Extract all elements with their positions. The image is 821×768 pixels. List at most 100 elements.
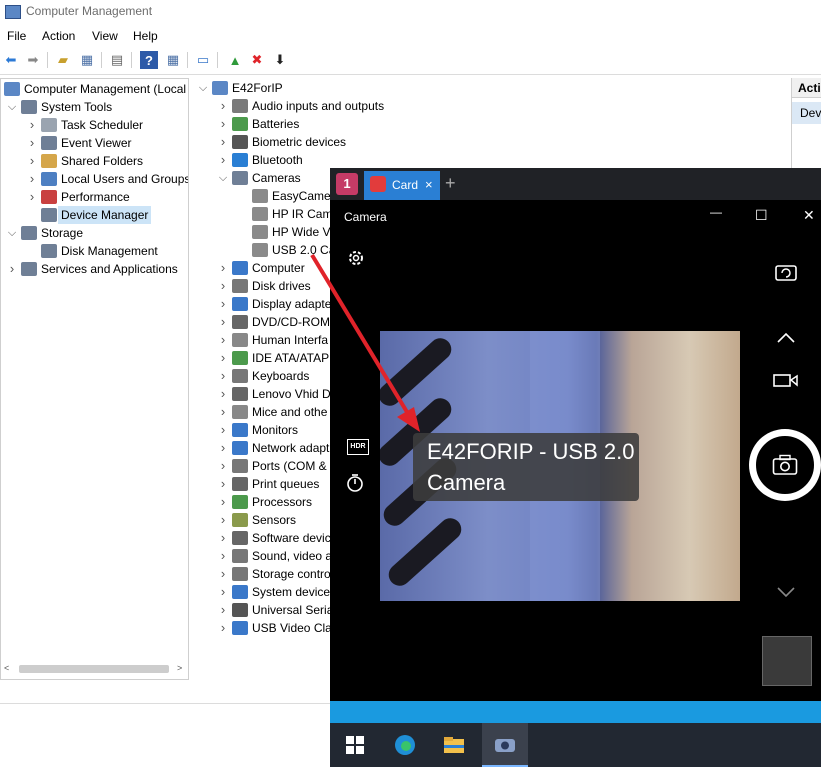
tree-item-event-viewer[interactable]: › Event Viewer [1,134,188,152]
menu-file[interactable]: File [7,29,26,43]
timer-icon[interactable] [345,472,367,494]
tab-close-icon[interactable]: × [425,177,433,192]
tree-item-label: Universal Seria [252,603,334,617]
tree-item-biometric-devices[interactable]: › Biometric devices [190,133,791,151]
tree-item-device-manager[interactable]: Device Manager [1,206,188,224]
collapse-chevron-icon[interactable]: › [218,133,228,151]
help-icon[interactable]: ? [140,51,158,69]
collapse-chevron-icon[interactable]: › [7,260,17,278]
expand-chevron-icon[interactable]: ⌵ [7,224,17,242]
collapse-chevron-icon[interactable]: › [218,619,228,637]
tree-item-performance[interactable]: › Performance [1,188,188,206]
collapse-chevron-icon[interactable]: › [218,403,228,421]
tree-item-audio-inputs-and-outputs[interactable]: › Audio inputs and outputs [190,97,791,115]
chevron-up-icon[interactable] [776,330,796,344]
file-explorer-icon[interactable] [442,733,466,757]
scroll-left-icon[interactable]: < [4,663,9,673]
tree-item-batteries[interactable]: › Batteries [190,115,791,133]
collapse-chevron-icon[interactable]: › [218,601,228,619]
download-icon[interactable]: ⬇ [271,51,289,69]
tree-item-bluetooth[interactable]: › Bluetooth [190,151,791,169]
network-adapt-icon [232,441,248,455]
collapse-chevron-icon[interactable]: › [218,115,228,133]
maximize-icon[interactable]: ☐ [755,207,768,224]
collapse-chevron-icon[interactable]: › [218,313,228,331]
back-icon[interactable]: ⬅ [2,51,20,69]
collapse-chevron-icon[interactable]: › [218,349,228,367]
uninstall-x-icon[interactable]: ✖ [248,51,266,69]
collapse-chevron-icon[interactable]: › [218,493,228,511]
video-mode-icon[interactable] [773,372,799,388]
tree-item-e42forip[interactable]: ⌵ E42ForIP [190,79,791,97]
collapse-chevron-icon[interactable]: › [218,547,228,565]
forward-icon[interactable]: ➡ [24,51,42,69]
chevron-down-icon[interactable] [776,586,796,600]
minimize-icon[interactable]: — [710,205,722,219]
collapse-chevron-icon[interactable]: › [218,259,228,277]
collapse-chevron-icon[interactable]: › [218,457,228,475]
update-driver-icon[interactable]: ▲ [226,51,244,69]
expand-chevron-icon[interactable]: ⌵ [198,79,208,97]
tab-card[interactable]: Card × [364,171,440,200]
shared-folders-icon [41,154,57,168]
tree-item-shared-folders[interactable]: › Shared Folders [1,152,188,170]
menu-bar: File Action View Help [0,26,821,46]
menu-action[interactable]: Action [42,29,75,43]
collapse-chevron-icon[interactable]: › [218,511,228,529]
tree-item-computer-management-local[interactable]: Computer Management (Local [1,80,188,98]
collapse-chevron-icon[interactable]: › [218,277,228,295]
windows-start-icon[interactable] [343,733,367,757]
collapse-chevron-icon[interactable]: › [27,170,37,188]
event-viewer-icon [41,136,57,150]
console-tree-pane: Computer Management (Local ⌵ System Tools ›… [0,78,189,680]
collapse-chevron-icon[interactable]: › [218,385,228,403]
collapse-chevron-icon[interactable]: › [218,565,228,583]
collapse-chevron-icon[interactable]: › [218,295,228,313]
take-photo-button[interactable] [749,429,821,501]
performance-icon [41,190,57,204]
hdr-icon[interactable]: HDR [347,439,369,455]
ide-ata-atapi-icon [232,351,248,365]
collapse-chevron-icon[interactable]: › [27,188,37,206]
horizontal-scrollbar[interactable]: < > [1,661,188,677]
camera-app-task[interactable] [482,723,528,767]
ports-com-icon [232,459,248,473]
scrollbar-thumb[interactable] [19,665,169,673]
expand-chevron-icon[interactable]: ⌵ [7,98,17,116]
tab-number-badge[interactable]: 1 [336,173,358,195]
collapse-chevron-icon[interactable]: › [27,116,37,134]
tree-item-disk-management[interactable]: Disk Management [1,242,188,260]
show-hide-tree-icon[interactable]: ▦ [78,51,96,69]
collapse-chevron-icon[interactable]: › [218,97,228,115]
properties-icon[interactable]: ▤ [108,51,126,69]
tree-item-local-users-and-groups[interactable]: › Local Users and Groups [1,170,188,188]
collapse-chevron-icon[interactable]: › [218,421,228,439]
settings-gear-icon[interactable] [345,247,367,269]
collapse-chevron-icon[interactable]: › [218,331,228,349]
close-icon[interactable]: ✕ [803,207,815,224]
collapse-chevron-icon[interactable]: › [27,134,37,152]
actions-device-manager[interactable]: Devi [792,102,821,124]
edge-browser-icon[interactable] [393,733,417,757]
tree-item-task-scheduler[interactable]: › Task Scheduler [1,116,188,134]
menu-help[interactable]: Help [133,29,158,43]
up-folder-icon[interactable]: ▰ [54,51,72,69]
scroll-right-icon[interactable]: > [177,663,182,673]
collapse-chevron-icon[interactable]: › [218,475,228,493]
switch-camera-icon[interactable] [773,260,799,284]
collapse-chevron-icon[interactable]: › [218,583,228,601]
tree-item-services-and-applications[interactable]: › Services and Applications [1,260,188,278]
expand-chevron-icon[interactable]: ⌵ [218,169,228,187]
collapse-chevron-icon[interactable]: › [218,151,228,169]
collapse-chevron-icon[interactable]: › [27,152,37,170]
collapse-chevron-icon[interactable]: › [218,439,228,457]
scan-hardware-icon[interactable]: ▭ [194,51,212,69]
last-photo-thumbnail[interactable] [762,636,812,686]
new-tab-icon[interactable]: + [445,173,456,194]
action-pane-icon[interactable]: ▦ [164,51,182,69]
tree-item-storage[interactable]: ⌵ Storage [1,224,188,242]
menu-view[interactable]: View [92,29,118,43]
collapse-chevron-icon[interactable]: › [218,529,228,547]
collapse-chevron-icon[interactable]: › [218,367,228,385]
tree-item-system-tools[interactable]: ⌵ System Tools [1,98,188,116]
